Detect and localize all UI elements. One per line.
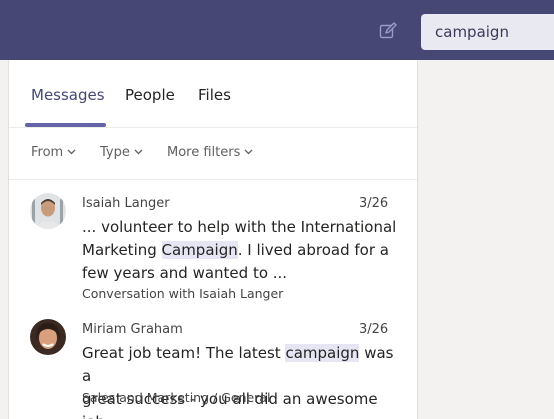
search-input[interactable] [435, 23, 554, 41]
list-item[interactable]: Miriam Graham 3/26 Great job team! The l… [9, 310, 417, 419]
snippet-line: ... volunteer to help with the Internati… [82, 218, 397, 236]
tab-messages[interactable]: Messages [31, 86, 105, 104]
filter-more[interactable]: More filters [167, 145, 253, 160]
filter-type[interactable]: Type [100, 145, 143, 160]
compose-icon[interactable] [378, 21, 398, 41]
channel-context: Sales and Marketing / General [82, 390, 271, 405]
snippet-line: Marketing Campaign. I lived abroad for a [82, 239, 402, 262]
snippet-line: Great job team! The latest campaign was … [82, 342, 402, 388]
tab-people[interactable]: People [125, 86, 175, 104]
chevron-down-icon [244, 147, 253, 158]
conversation-context: Conversation with Isaiah Langer [82, 286, 284, 301]
message-snippet: Great job team! The latest campaign was … [82, 342, 402, 419]
top-bar [0, 0, 554, 60]
chevron-down-icon [67, 147, 76, 158]
snippet-line: few years and wanted to ... [82, 264, 288, 282]
chevron-down-icon [134, 147, 143, 158]
app-window: Messages People Files From Type More fil… [0, 0, 554, 419]
sender-name: Miriam Graham [82, 322, 183, 337]
search-highlight: Campaign [161, 241, 238, 259]
message-snippet: ... volunteer to help with the Internati… [82, 216, 402, 285]
sender-name: Isaiah Langer [82, 196, 170, 211]
list-item[interactable]: Isaiah Langer 3/26 ... volunteer to help… [9, 181, 417, 301]
message-date: 3/26 [359, 322, 389, 337]
filter-more-label: More filters [167, 145, 241, 160]
snippet-text: . I lived abroad for a [237, 241, 389, 259]
snippet-text: Marketing [82, 241, 162, 259]
filter-from[interactable]: From [31, 145, 76, 160]
tab-files[interactable]: Files [198, 86, 231, 104]
search-box[interactable] [421, 14, 554, 50]
avatar [30, 193, 66, 229]
message-date: 3/26 [359, 196, 389, 211]
search-results-panel: Messages People Files From Type More fil… [8, 60, 418, 419]
filter-bar: From Type More filters [9, 128, 417, 180]
avatar [30, 319, 66, 355]
search-highlight: campaign [285, 344, 360, 362]
results-tabs: Messages People Files [9, 60, 417, 128]
filter-from-label: From [31, 145, 64, 160]
filter-type-label: Type [100, 145, 130, 160]
active-tab-indicator [25, 123, 106, 127]
snippet-text: Great job team! The latest [82, 344, 286, 362]
